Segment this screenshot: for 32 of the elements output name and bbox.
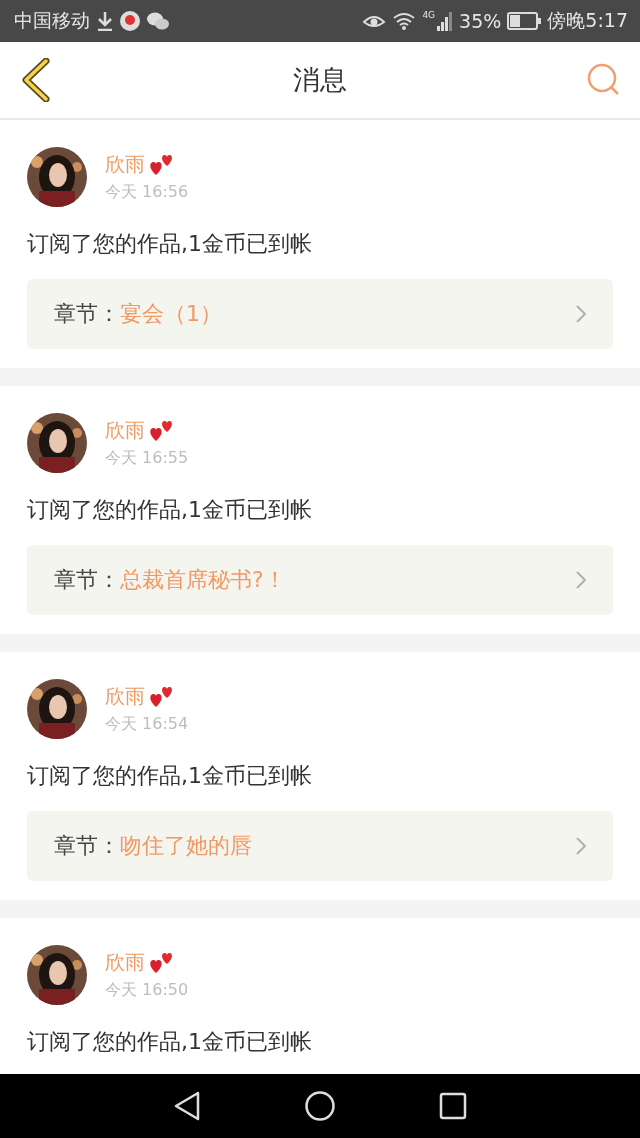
chapter-link[interactable]: 章节：总裁首席秘书?！ bbox=[27, 545, 613, 615]
message-text: 订阅了您的作品,1金币已到帐 bbox=[27, 762, 313, 790]
network-type: 4G bbox=[422, 10, 436, 20]
chapter-link[interactable]: 章节：吻住了她的唇 bbox=[27, 811, 613, 881]
hearts-icon bbox=[147, 152, 175, 177]
message-time: 今天 16:56 bbox=[105, 182, 189, 203]
sender-name: 欣雨 bbox=[105, 417, 145, 444]
sender-name: 欣雨 bbox=[105, 949, 145, 976]
download-icon bbox=[96, 11, 114, 31]
message-time: 今天 16:54 bbox=[105, 714, 189, 735]
chat-icon bbox=[146, 11, 170, 31]
message-text: 订阅了您的作品,1金币已到帐 bbox=[27, 496, 313, 524]
battery-icon bbox=[507, 12, 542, 30]
message-text: 订阅了您的作品,1金币已到帐 bbox=[27, 230, 313, 258]
page-title: 消息 bbox=[293, 63, 347, 97]
hearts-icon bbox=[147, 950, 175, 975]
sender-name: 欣雨 bbox=[105, 151, 145, 178]
chevron-right-icon bbox=[575, 570, 587, 590]
wifi-icon bbox=[392, 12, 417, 30]
message-time: 今天 16:50 bbox=[105, 980, 189, 1001]
message-text: 订阅了您的作品,1金币已到帐 bbox=[27, 1028, 313, 1056]
clock: 傍晚5:17 bbox=[547, 8, 628, 33]
chapter-link[interactable]: 章节：宴会（1） bbox=[27, 279, 613, 349]
carrier-name: 中国移动 bbox=[14, 8, 90, 33]
battery-percent: 35% bbox=[459, 10, 502, 32]
hearts-icon bbox=[147, 418, 175, 443]
signal-icon bbox=[437, 11, 454, 31]
message-time: 今天 16:55 bbox=[105, 448, 189, 469]
hearts-icon bbox=[147, 684, 175, 709]
chevron-right-icon bbox=[575, 836, 587, 856]
chevron-right-icon bbox=[575, 304, 587, 324]
sender-name: 欣雨 bbox=[105, 683, 145, 710]
